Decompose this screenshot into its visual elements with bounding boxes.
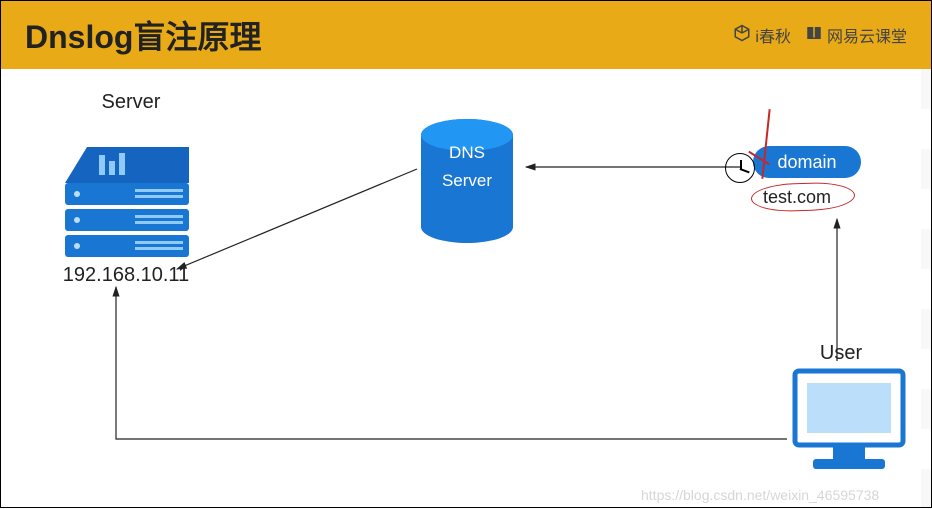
watermark-url: https://blog.csdn.net/weixin_46595738 xyxy=(641,487,879,503)
cube-icon xyxy=(733,24,751,47)
brand-label: 网易云课堂 xyxy=(827,23,907,47)
user-computer-icon xyxy=(789,367,909,477)
brand-ichunqiu: i春秋 xyxy=(733,23,791,47)
server-ip: 192.168.10.11 xyxy=(56,264,196,287)
server-icon xyxy=(57,117,197,257)
user-label: User xyxy=(811,342,871,365)
brand-area: i春秋 网易云课堂 xyxy=(733,23,907,47)
right-edge-artifact xyxy=(921,69,931,507)
diagram-stage: Server 192.168.10.11 DNS Server xyxy=(1,69,931,507)
dns-label-1: DNS xyxy=(419,143,515,163)
brand-netease: 网易云课堂 xyxy=(805,23,907,47)
domain-pill-label: domain xyxy=(777,152,836,173)
domain-pill: domain xyxy=(753,146,861,178)
clock-icon xyxy=(725,153,755,183)
dns-label-2: Server xyxy=(419,171,515,191)
domain-text: test.com xyxy=(763,187,831,208)
server-label: Server xyxy=(91,91,171,114)
header-bar: Dnslog盲注原理 i春秋 网易云课堂 xyxy=(1,1,931,69)
brand-label: i春秋 xyxy=(755,23,791,47)
page-title: Dnslog盲注原理 xyxy=(25,12,261,58)
book-icon xyxy=(805,24,823,47)
